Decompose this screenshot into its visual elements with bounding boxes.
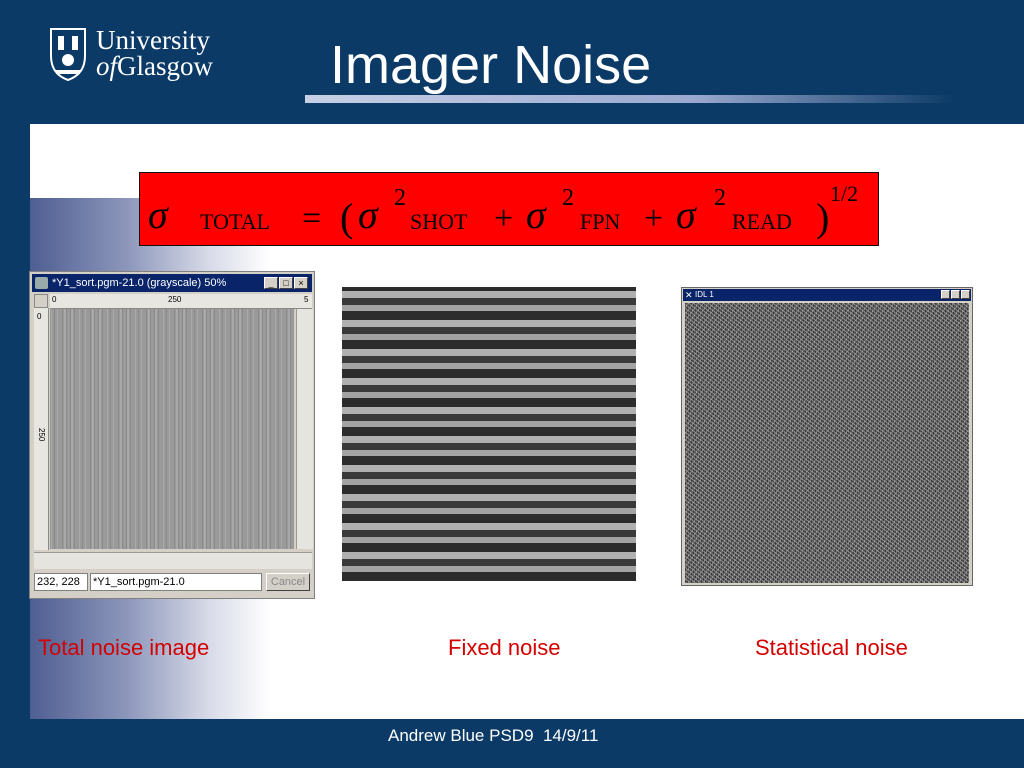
formula-sigma-fpn: σ [526, 192, 547, 237]
formula-exponent: 1/2 [830, 181, 858, 206]
ruler-v-label: 0 [37, 312, 42, 321]
vertical-ruler: 0 250 [34, 308, 49, 550]
minimize-button[interactable]: _ [264, 277, 278, 289]
idl-maximize-button[interactable] [951, 290, 960, 299]
vertical-scrollbar[interactable] [296, 309, 313, 549]
noise-formula: σ TOTAL = ( σ 2 SHOT + σ 2 FPN + σ 2 REA… [139, 172, 879, 246]
maximize-button[interactable]: □ [279, 277, 293, 289]
close-button[interactable]: × [294, 277, 308, 289]
formula-close-paren: ) [816, 195, 829, 240]
horizontal-ruler: 0 250 5 [50, 294, 312, 309]
formula-plus-2: + [644, 200, 663, 237]
formula-open-paren: ( [340, 195, 353, 240]
slide-header: University ofGlasgow Imager Noise [0, 0, 1024, 124]
formula-shot: SHOT [410, 209, 468, 234]
formula-sigma-shot: σ [358, 192, 379, 237]
cancel-button[interactable]: Cancel [266, 573, 310, 591]
logo-line2: ofGlasgow [96, 52, 213, 80]
ruler-h-label: 250 [168, 295, 182, 304]
idl-window-titlebar[interactable]: ✕ IDL 1 [683, 289, 971, 301]
statistical-noise-window[interactable]: ✕ IDL 1 [681, 287, 973, 586]
fixed-noise-image [342, 287, 636, 581]
total-noise-image [50, 309, 294, 549]
formula-sq-shot: 2 [394, 185, 406, 211]
formula-total: TOTAL [200, 209, 270, 234]
formula-fpn: FPN [580, 209, 620, 234]
crest-icon [50, 28, 86, 82]
idl-app-icon: ✕ [685, 290, 693, 300]
idl-window-title: IDL 1 [695, 290, 714, 299]
ruler-corner[interactable] [34, 294, 48, 308]
slide-footer: Andrew Blue PSD9 14/9/11 [388, 726, 599, 745]
statistical-noise-image [685, 303, 969, 583]
window-title: *Y1_sort.pgm-21.0 (grayscale) 50% [52, 277, 227, 289]
ruler-h-label: 5 [304, 295, 309, 304]
logo-line1: University [96, 25, 210, 55]
idl-close-button[interactable] [961, 290, 970, 299]
app-icon [35, 277, 48, 289]
university-logo: University ofGlasgow [48, 26, 228, 86]
logo-glasgow: Glasgow [117, 51, 214, 81]
logo-of: of [96, 51, 118, 81]
formula-sigma-read: σ [676, 192, 697, 237]
coordinates-field: 232, 228 [34, 573, 88, 591]
formula-sigma-total: σ [148, 192, 169, 237]
image-name-field: *Y1_sort.pgm-21.0 [90, 573, 262, 591]
formula-plus-1: + [494, 200, 513, 237]
slide-title: Imager Noise [330, 35, 652, 95]
total-noise-window-titlebar[interactable]: *Y1_sort.pgm-21.0 (grayscale) 50% _ □ × [32, 274, 312, 292]
horizontal-scrollbar[interactable] [34, 552, 312, 569]
caption-statistical-noise: Statistical noise [755, 635, 908, 660]
title-underline [305, 95, 955, 103]
window-statusbar: 232, 228 *Y1_sort.pgm-21.0 Cancel [32, 570, 312, 594]
caption-total-noise: Total noise image [38, 635, 210, 660]
caption-fixed-noise: Fixed noise [448, 635, 561, 660]
ruler-v-label: 250 [37, 428, 46, 442]
formula-sq-fpn: 2 [562, 185, 574, 211]
ruler-h-label: 0 [52, 295, 57, 304]
formula-equals: = [302, 200, 321, 237]
formula-sq-read: 2 [714, 185, 726, 211]
total-noise-window[interactable]: *Y1_sort.pgm-21.0 (grayscale) 50% _ □ × … [29, 271, 315, 599]
formula-read: READ [732, 209, 792, 234]
idl-minimize-button[interactable] [941, 290, 950, 299]
